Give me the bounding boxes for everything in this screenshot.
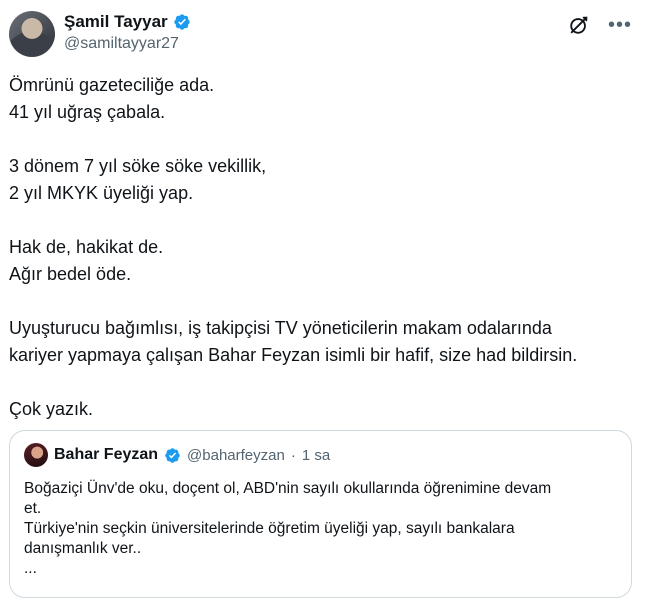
- quoted-author-name: Bahar Feyzan: [54, 446, 159, 463]
- tweet-line: Uyuşturucu bağımlısı, iş takipçisi TV yö…: [9, 318, 552, 338]
- timestamp-separator: ·: [290, 446, 296, 464]
- quoted-line: Boğaziçi Ünv'de oku, doçent ol, ABD'nin …: [24, 480, 552, 497]
- tweet-line: Ömrünü gazeteciliğe ada.: [9, 75, 215, 95]
- quoted-timestamp: 1 sa: [301, 446, 331, 464]
- quoted-line: et.: [24, 500, 42, 517]
- tweet-line: Çok yazık.: [9, 399, 94, 419]
- tweet-line: Hak de, hakikat de.: [9, 237, 164, 257]
- tweet-line-break: [9, 369, 634, 396]
- tweet-actions: •••: [568, 14, 632, 36]
- quoted-author-avatar: [24, 443, 48, 467]
- tweet-line: Ağır bedel öde.: [9, 264, 132, 284]
- quoted-tweet-header: Bahar Feyzan @baharfeyzan · 1 sa: [24, 443, 617, 467]
- grok-icon[interactable]: [568, 14, 590, 36]
- tweet-line: 3 dönem 7 yıl söke söke vekillik,: [9, 156, 267, 176]
- tweet-line: 41 yıl uğraş çabala.: [9, 102, 166, 122]
- tweet-line-break: [9, 288, 634, 315]
- quoted-line: ...: [24, 560, 37, 577]
- verified-badge-icon: [173, 14, 190, 30]
- tweet-line-break: [9, 126, 634, 153]
- quoted-author-handle: @baharfeyzan: [187, 446, 285, 464]
- quoted-line: Türkiye'nin seçkin üniversitelerinde öğr…: [24, 520, 515, 537]
- author-avatar[interactable]: [9, 11, 55, 57]
- author-display-name[interactable]: Şamil Tayyar: [64, 12, 168, 32]
- quoted-line: danışmanlık ver..: [24, 540, 142, 557]
- author-handle[interactable]: @samiltayyar27: [64, 35, 179, 53]
- quoted-tweet-text: Boğaziçi Ünv'de oku, doçent ol, ABD'nin …: [24, 479, 617, 579]
- tweet-text: Ömrünü gazeteciliğe ada. 41 yıl uğraş ça…: [9, 72, 634, 423]
- tweet-line: kariyer yapmaya çalışan Bahar Feyzan isi…: [9, 345, 578, 365]
- author-name-row: Şamil Tayyar: [64, 12, 191, 32]
- tweet-line-break: [9, 207, 634, 234]
- quoted-tweet[interactable]: Bahar Feyzan @baharfeyzan · 1 sa Boğaziç…: [9, 430, 632, 598]
- tweet-line: 2 yıl MKYK üyeliği yap.: [9, 183, 194, 203]
- verified-badge-icon: [165, 447, 180, 463]
- more-icon[interactable]: •••: [608, 15, 632, 35]
